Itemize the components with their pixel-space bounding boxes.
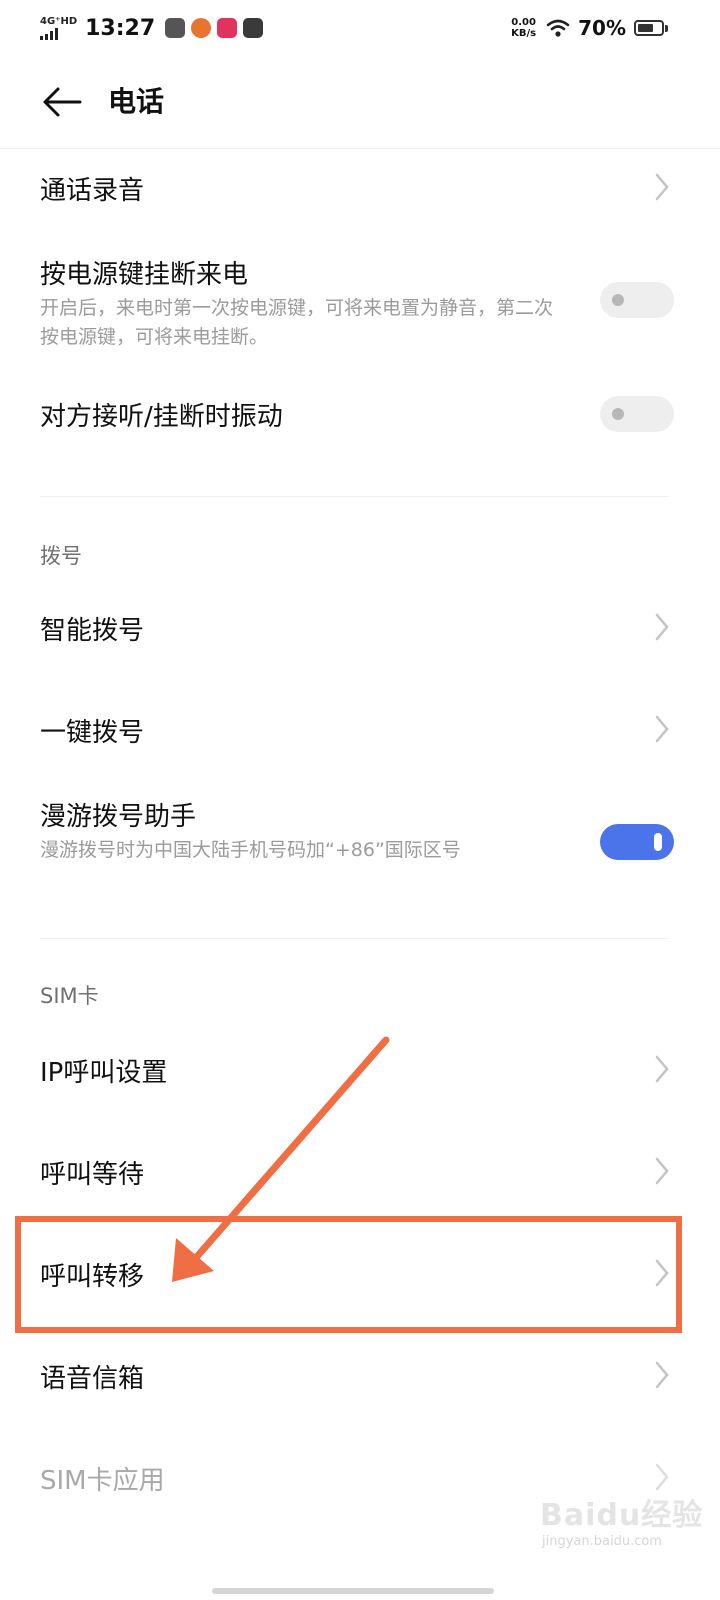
battery-icon xyxy=(634,20,664,36)
home-indicator[interactable] xyxy=(212,1588,494,1594)
divider xyxy=(40,496,668,497)
network-indicator: 4G⁺HD xyxy=(40,16,77,40)
watermark-domain: jingyan.baidu.com xyxy=(542,1534,662,1549)
power-hangup-title: 按电源键挂断来电 xyxy=(40,260,249,290)
toggle-knob xyxy=(612,294,624,306)
back-arrow-icon[interactable] xyxy=(40,82,84,122)
network-speed: 0.00 KB/s xyxy=(511,17,536,39)
clock: 13:27 xyxy=(85,15,156,41)
chevron-right-icon xyxy=(655,715,669,743)
roaming-toggle[interactable] xyxy=(600,824,674,860)
call-recording-row[interactable]: 通话录音 xyxy=(0,148,720,228)
power-hangup-row[interactable]: 按电源键挂断来电 开启后，来电时第一次按电源键，可将来电置为静音，第二次按电源键… xyxy=(0,238,720,368)
ip-call-row[interactable]: IP呼叫设置 xyxy=(0,1030,720,1110)
pumpkin-icon xyxy=(191,18,212,38)
chevron-right-icon xyxy=(655,613,669,641)
page-title: 电话 xyxy=(108,85,165,118)
smart-dial-title: 智能拨号 xyxy=(40,616,145,646)
watermark-brand: Baidu经验 xyxy=(540,1498,704,1533)
wifi-icon xyxy=(546,19,570,37)
smart-dial-row[interactable]: 智能拨号 xyxy=(0,588,720,668)
chevron-right-icon xyxy=(655,1361,669,1389)
toggle-knob xyxy=(612,408,624,420)
vibrate-row[interactable]: 对方接听/挂断时振动 xyxy=(0,376,720,456)
status-left: 4G⁺HD 13:27 xyxy=(40,10,269,46)
roaming-subtitle: 漫游拨号时为中国大陆手机号码加“+86”国际区号 xyxy=(40,839,461,861)
watermark: Baidu经验 jingyan.baidu.com xyxy=(540,1488,704,1560)
power-hangup-toggle[interactable] xyxy=(600,282,674,318)
vibrate-toggle[interactable] xyxy=(600,396,674,432)
sim-apps-title: SIM卡应用 xyxy=(40,1466,165,1496)
battery-tip xyxy=(665,24,668,32)
voicemail-row[interactable]: 语音信箱 xyxy=(0,1336,720,1416)
roaming-row[interactable]: 漫游拨号助手 漫游拨号时为中国大陆手机号码加“+86”国际区号 xyxy=(0,780,720,910)
status-right: 0.00 KB/s 70% xyxy=(511,10,668,46)
one-key-dial-row[interactable]: 一键拨号 xyxy=(0,690,720,770)
call-waiting-title: 呼叫等待 xyxy=(40,1160,145,1190)
chevron-right-icon xyxy=(655,1055,669,1083)
vibrate-title: 对方接听/挂断时振动 xyxy=(40,402,283,432)
divider xyxy=(40,938,668,939)
signal-icon xyxy=(40,28,58,40)
chevron-right-icon xyxy=(655,1157,669,1185)
toggle-knob xyxy=(654,833,662,851)
ip-call-title: IP呼叫设置 xyxy=(40,1058,168,1088)
battery-percent: 70% xyxy=(578,16,626,40)
power-hangup-subtitle: 开启后，来电时第一次按电源键，可将来电置为静音，第二次按电源键，可将来电挂断。 xyxy=(40,297,554,348)
speed-value: 0.00 xyxy=(511,17,536,28)
game-controller-icon xyxy=(165,18,186,38)
roaming-title: 漫游拨号助手 xyxy=(40,802,197,832)
voicemail-title: 语音信箱 xyxy=(40,1364,145,1394)
chevron-right-icon xyxy=(655,173,669,201)
dark-app-icon xyxy=(243,18,264,38)
status-bar: 4G⁺HD 13:27 0.00 KB/s 70% xyxy=(0,0,720,56)
section-header-sim: SIM卡 xyxy=(40,984,99,1008)
call-recording-title: 通话录音 xyxy=(40,176,145,206)
pink-app-icon xyxy=(217,18,238,38)
battery-fill xyxy=(638,24,653,32)
one-key-dial-title: 一键拨号 xyxy=(40,718,145,748)
network-label: 4G⁺HD xyxy=(40,16,78,27)
call-waiting-row[interactable]: 呼叫等待 xyxy=(0,1132,720,1212)
section-header-dial: 拨号 xyxy=(40,544,82,568)
speed-unit: KB/s xyxy=(511,28,537,39)
highlight-box xyxy=(15,1216,682,1333)
app-header: 电话 xyxy=(0,56,720,149)
